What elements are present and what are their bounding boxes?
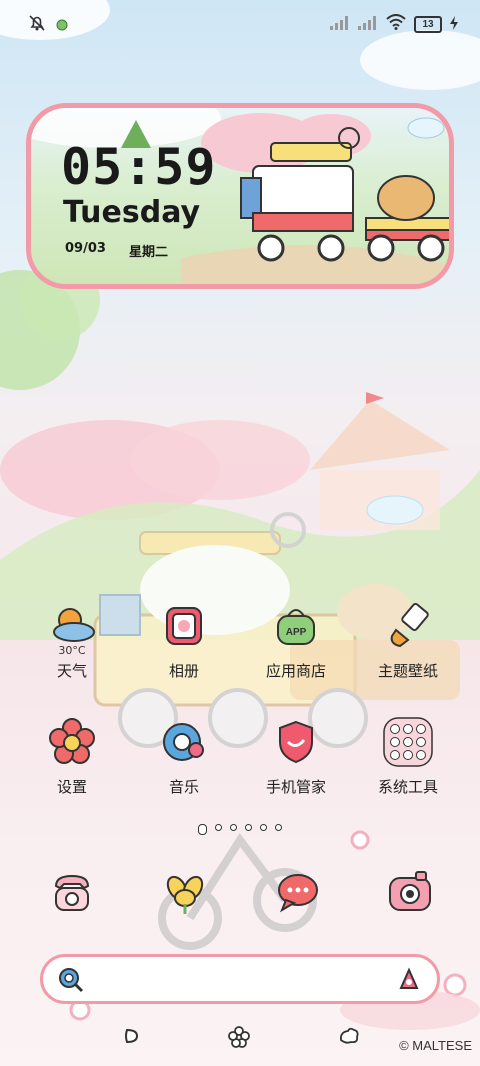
app-themes-label: 主题壁纸 [377, 662, 438, 680]
music-icon [163, 723, 204, 761]
page-dot[interactable] [230, 824, 237, 831]
messages-icon[interactable] [272, 866, 324, 918]
search-icon[interactable] [57, 966, 85, 994]
app-settings-label: 设置 [56, 778, 87, 796]
app-music-label: 音乐 [168, 778, 199, 796]
page-dot[interactable] [245, 824, 252, 831]
status-bar: 13 [0, 0, 480, 50]
phone-icon[interactable] [46, 866, 98, 918]
app-weather[interactable]: 天气 30°C [17, 600, 127, 681]
clock-day: Tuesday [63, 195, 201, 230]
clock-date: 09/03 [65, 241, 106, 256]
app-security[interactable]: 手机管家 [241, 716, 351, 797]
wifi-icon [386, 14, 406, 34]
recents-icon[interactable] [338, 1026, 360, 1046]
app-tools-folder[interactable]: 系统工具 [353, 716, 463, 797]
page-dot[interactable] [275, 824, 282, 831]
clock-time: 05:59 [61, 138, 217, 196]
page-indicator[interactable] [0, 824, 480, 835]
settings-flower-icon [49, 718, 95, 764]
app-settings[interactable]: 设置 [17, 716, 127, 797]
app-store-label: 应用商店 [265, 662, 326, 680]
back-icon[interactable] [121, 1026, 141, 1046]
camera-icon[interactable] [384, 866, 436, 918]
gallery-icon [166, 607, 202, 645]
signal-sim2-icon [358, 15, 378, 34]
svg-text:APP: APP [286, 627, 307, 638]
tools-folder-icon [383, 717, 433, 767]
page-dot[interactable] [260, 824, 267, 831]
battery-level: 13 [414, 15, 442, 33]
copyright-text: © MALTESE [399, 1038, 472, 1053]
app-weather-label: 天气 [56, 662, 87, 680]
home-icon[interactable] [228, 1026, 250, 1048]
browser-flower-icon[interactable] [159, 866, 211, 918]
bell-off-icon [28, 14, 46, 36]
security-shield-icon [279, 720, 313, 764]
signal-sim1-icon [330, 15, 350, 34]
charging-icon [450, 15, 458, 34]
search-bar[interactable] [40, 954, 440, 1004]
app-store[interactable]: APP 应用商店 [241, 600, 351, 681]
app-themes[interactable]: 主题壁纸 [353, 600, 463, 681]
clock-widget[interactable]: 05:59 Tuesday 09/03 星期二 [26, 103, 454, 289]
page-dot[interactable] [215, 824, 222, 831]
clock-weekday: 星期二 [129, 245, 169, 260]
notification-dot-icon [56, 16, 68, 35]
app-security-label: 手机管家 [265, 778, 326, 796]
app-store-icon: APP [277, 609, 315, 645]
app-music[interactable]: 音乐 [129, 716, 239, 797]
app-tools-label: 系统工具 [377, 778, 438, 796]
app-gallery-label: 相册 [168, 662, 199, 680]
app-gallery[interactable]: 相册 [129, 600, 239, 681]
theme-brush-icon [390, 603, 429, 648]
battery-icon: 13 [414, 15, 442, 33]
search-input[interactable] [99, 965, 383, 995]
weather-temp: 30°C [58, 644, 86, 657]
page-dot[interactable] [198, 824, 207, 835]
voice-search-icon[interactable] [395, 966, 423, 994]
